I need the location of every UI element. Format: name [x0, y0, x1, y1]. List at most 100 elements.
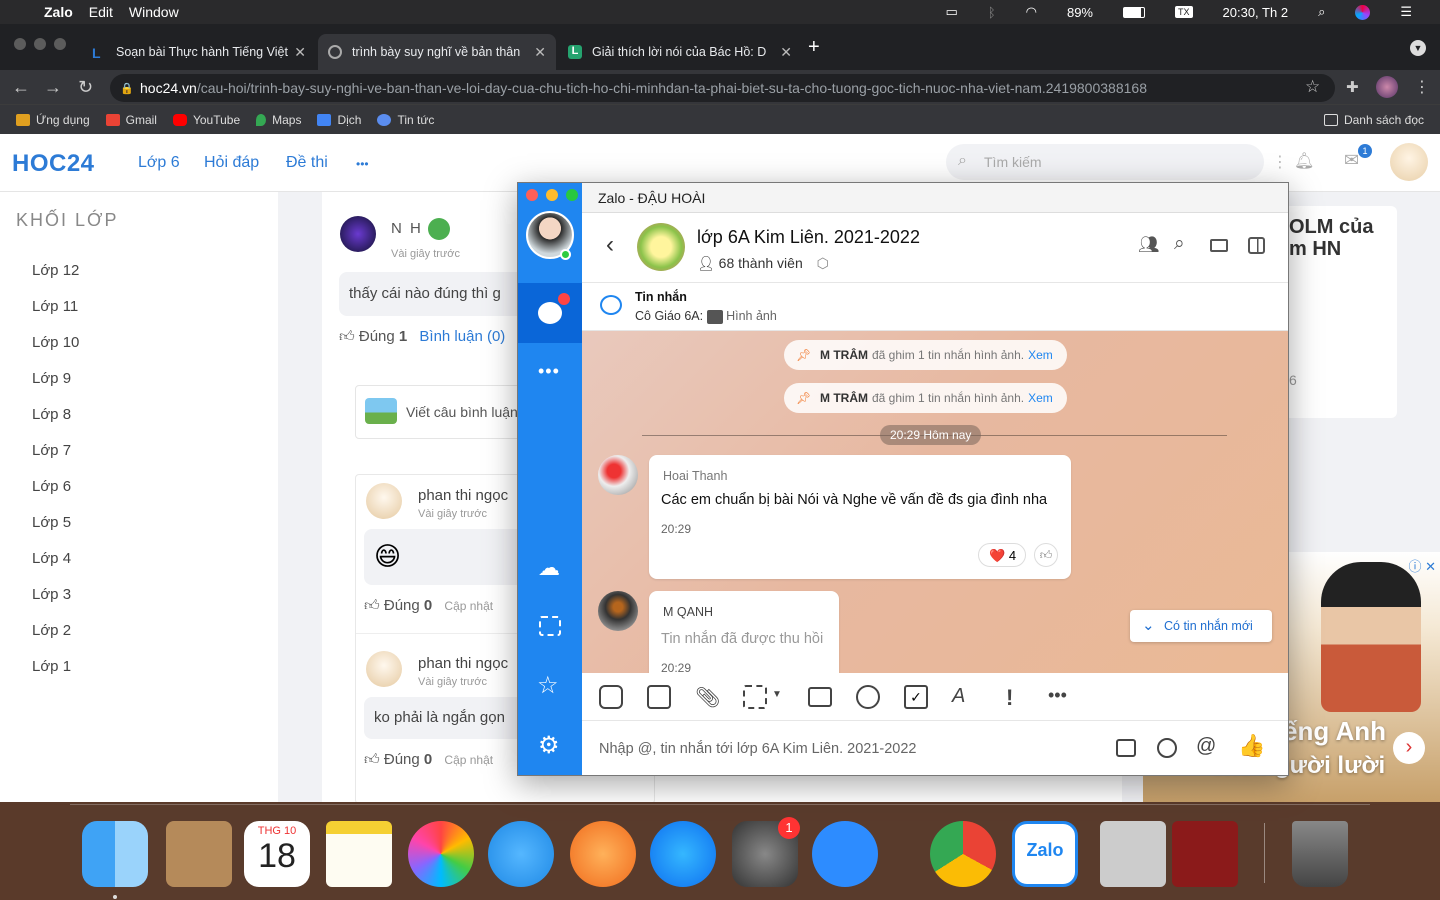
extensions-icon[interactable]: ✚: [1346, 78, 1359, 96]
wifi-icon[interactable]: ◠: [1026, 4, 1037, 20]
video-call-icon[interactable]: [1210, 239, 1228, 252]
attachment-icon[interactable]: 📎︎: [695, 685, 720, 709]
calculator-icon[interactable]: [1100, 821, 1166, 887]
zoom-window-dot[interactable]: [54, 38, 66, 50]
site-search-input[interactable]: ⌕ Tìm kiếm: [946, 144, 1264, 180]
image-upload-icon[interactable]: [365, 398, 397, 424]
comment-user-name[interactable]: phan thi ngọc: [418, 655, 508, 672]
input-source-icon[interactable]: TX: [1175, 6, 1193, 18]
dropdown-arrow-icon[interactable]: ▼: [772, 689, 782, 700]
grade-item[interactable]: Lớp 7: [32, 442, 71, 459]
like-reaction-icon[interactable]: 👍︎: [1034, 543, 1058, 567]
thumb-up-icon[interactable]: 👍︎: [364, 597, 380, 614]
thumb-up-icon[interactable]: 👍︎: [339, 328, 355, 345]
screenshot-icon[interactable]: [539, 616, 561, 636]
image-icon[interactable]: [647, 685, 671, 709]
zoom-icon[interactable]: [812, 821, 878, 887]
new-message-button[interactable]: ⌄ Có tin nhắn mới: [1130, 610, 1272, 642]
comment-avatar[interactable]: [366, 483, 402, 519]
profile-avatar[interactable]: [1376, 76, 1398, 98]
close-window-dot[interactable]: [14, 38, 26, 50]
nav-exams[interactable]: Đề thi: [286, 154, 328, 172]
tab-1-close-icon[interactable]: ✕: [294, 44, 306, 61]
chrome-menu-icon[interactable]: ⋮: [1414, 77, 1430, 97]
message-input[interactable]: Nhập @, tin nhắn tới lớp 6A Kim Liên. 20…: [582, 721, 1288, 775]
view-pin-link[interactable]: Xem: [1028, 348, 1053, 362]
app-store-icon[interactable]: [650, 821, 716, 887]
calendar-icon[interactable]: THG 10 18: [244, 821, 310, 887]
bookmark-maps[interactable]: Maps: [256, 113, 301, 127]
screenshot-capture-icon[interactable]: [743, 685, 767, 709]
mail-icon[interactable]: ✉: [1344, 150, 1359, 171]
grade-item[interactable]: Lớp 8: [32, 406, 71, 423]
nav-qa[interactable]: Hỏi đáp: [204, 154, 259, 172]
alarm-clock-icon[interactable]: [856, 685, 880, 709]
more-icon[interactable]: •••: [538, 361, 560, 382]
grade-item[interactable]: Lớp 3: [32, 586, 71, 603]
grade-item[interactable]: Lớp 5: [32, 514, 71, 531]
site-logo[interactable]: HOC24: [12, 150, 95, 178]
photo-booth-icon[interactable]: [1172, 821, 1238, 887]
new-tab-button[interactable]: +: [808, 36, 820, 59]
spotlight-icon[interactable]: ⌕: [1318, 4, 1325, 20]
sender-avatar[interactable]: [598, 591, 638, 631]
tab-1[interactable]: L Soạn bài Thực hành Tiếng Việt ✕: [82, 34, 316, 70]
answer-user-avatar[interactable]: [340, 216, 376, 252]
close-window-dot[interactable]: [526, 189, 538, 201]
zoom-window-dot[interactable]: [566, 189, 578, 201]
battery-icon[interactable]: [1123, 6, 1145, 18]
zalo-icon[interactable]: Zalo: [1012, 821, 1078, 887]
thumbs-up-send-icon[interactable]: 👍: [1238, 733, 1265, 759]
siri-icon[interactable]: [1355, 4, 1371, 20]
clock[interactable]: 20:30, Th 2: [1223, 5, 1289, 20]
settings-gear-icon[interactable]: ⚙: [538, 731, 560, 760]
search-icon[interactable]: ⌕: [1174, 233, 1185, 255]
display-icon[interactable]: ▭: [946, 4, 958, 20]
back-arrow-icon[interactable]: ‹: [606, 231, 614, 259]
grade-item[interactable]: Lớp 1: [32, 658, 71, 675]
message-bubble[interactable]: M QANH Tin nhắn đã được thu hồi 20:29: [649, 591, 839, 673]
nav-grade[interactable]: Lớp 6: [138, 154, 180, 172]
notes-icon[interactable]: [326, 821, 392, 887]
tab-3-close-icon[interactable]: ✕: [780, 44, 792, 61]
update-link[interactable]: Cập nhật: [444, 599, 493, 613]
group-avatar[interactable]: [637, 223, 685, 271]
chrome-icon[interactable]: [930, 821, 996, 887]
member-count[interactable]: 👤︎ 68 thành viên ⬡: [697, 255, 829, 272]
menu-app-name[interactable]: Zalo: [44, 4, 73, 20]
reading-list[interactable]: Danh sách đọc: [1323, 113, 1424, 127]
grade-item[interactable]: Lớp 12: [32, 262, 79, 279]
minimize-window-dot[interactable]: [34, 38, 46, 50]
ad-choices-icon[interactable]: ⓘ ✕: [1408, 556, 1436, 575]
user-avatar[interactable]: [1390, 143, 1428, 181]
sender-avatar[interactable]: [598, 455, 638, 495]
more-options-icon[interactable]: •••: [1048, 685, 1072, 709]
comment-user-name[interactable]: phan thi ngọc: [418, 487, 508, 504]
tab-search-icon[interactable]: ▼: [1410, 40, 1426, 56]
tab-2[interactable]: trình bày suy nghĩ về bản thân ✕: [318, 34, 556, 70]
nav-more-icon[interactable]: •••: [356, 157, 369, 171]
bookmark-gmail[interactable]: Gmail: [105, 113, 157, 127]
contacts-icon[interactable]: [166, 821, 232, 887]
grade-item[interactable]: Lớp 10: [32, 334, 79, 351]
sticker-icon[interactable]: [599, 685, 623, 709]
contact-card-icon[interactable]: [808, 687, 832, 707]
thumb-up-icon[interactable]: 👍︎: [364, 751, 380, 768]
trash-icon[interactable]: [1292, 821, 1348, 887]
control-center-icon[interactable]: ☰: [1400, 4, 1412, 20]
text-format-icon[interactable]: A: [952, 685, 976, 709]
bookmark-news[interactable]: Tin tức: [377, 113, 434, 127]
group-name[interactable]: lớp 6A Kim Liên. 2021-2022: [697, 227, 920, 248]
emoji-icon[interactable]: [1157, 738, 1177, 758]
bell-icon[interactable]: 🔔︎: [1294, 151, 1314, 171]
bookmark-translate[interactable]: Dịch: [317, 113, 361, 127]
tab-2-close-icon[interactable]: ✕: [534, 44, 546, 61]
correct-label[interactable]: Đúng: [359, 328, 395, 345]
ad-next-button[interactable]: ›: [1393, 732, 1425, 764]
cloud-icon[interactable]: ☁: [538, 555, 560, 581]
priority-icon[interactable]: !: [1006, 685, 1030, 710]
mention-icon[interactable]: @: [1196, 735, 1216, 758]
finder-icon[interactable]: [82, 821, 148, 887]
tab-3[interactable]: L Giải thích lời nói của Bác Hồ: D ✕: [558, 34, 802, 70]
tag-icon[interactable]: ⬡: [817, 255, 829, 271]
